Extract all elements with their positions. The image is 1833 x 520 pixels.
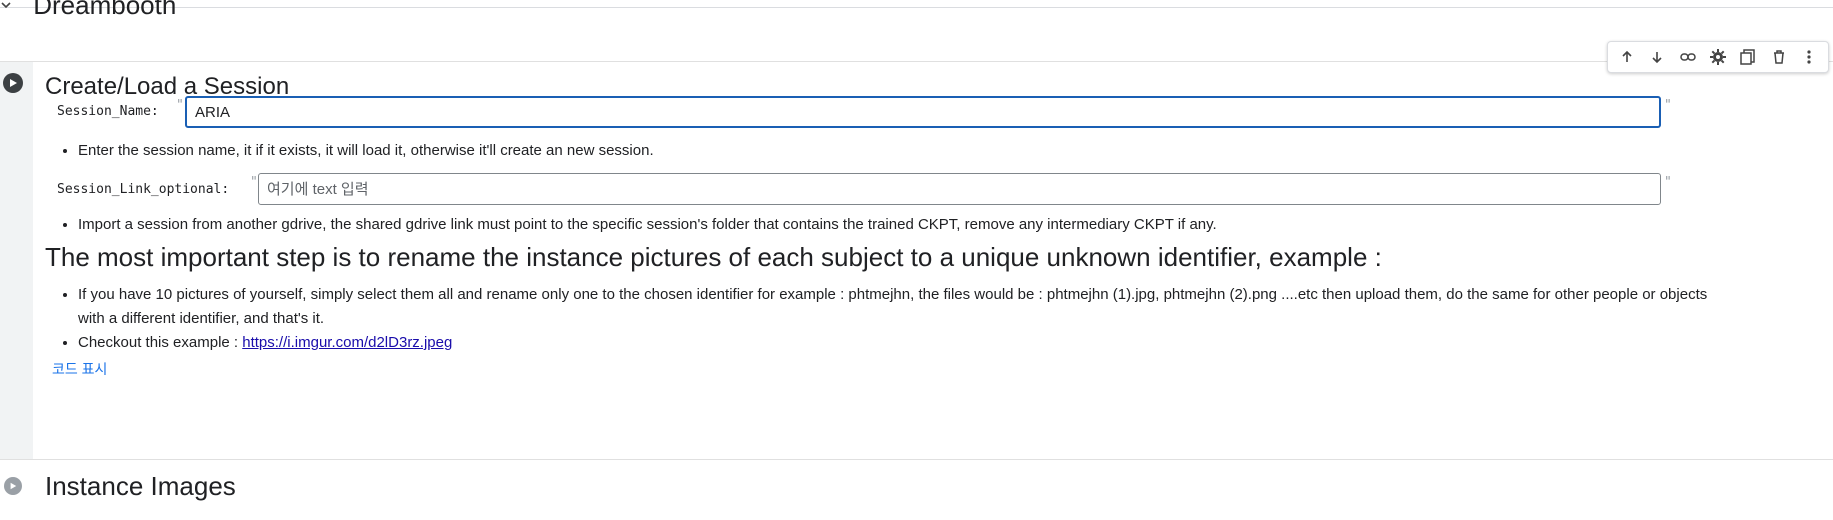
rename-notes: If you have 10 pictures of yourself, sim…: [38, 283, 1718, 355]
quote-close: ": [1664, 175, 1672, 190]
run-cell-button[interactable]: [3, 73, 23, 93]
quote-open: ": [176, 98, 184, 113]
session-name-label: Session_Name:: [57, 104, 159, 119]
example-prefix: Checkout this example :: [78, 334, 243, 351]
code-cell-instance-images[interactable]: Instance Images: [0, 459, 1833, 520]
cell-title: Instance Images: [45, 471, 236, 501]
gear-icon[interactable]: [1707, 46, 1729, 68]
run-cell-button[interactable]: [4, 477, 22, 495]
play-icon: [10, 79, 17, 87]
session-link-input[interactable]: [258, 173, 1661, 205]
trash-icon[interactable]: [1768, 46, 1790, 68]
example-link[interactable]: https://i.imgur.com/d2lD3rz.jpeg: [242, 334, 452, 351]
show-code-link[interactable]: 코드 표시: [52, 359, 107, 379]
list-item: Import a session from another gdrive, th…: [78, 213, 1217, 237]
list-item: If you have 10 pictures of yourself, sim…: [78, 283, 1718, 331]
session-link-notes: Import a session from another gdrive, th…: [38, 213, 1217, 237]
session-name-notes: Enter the session name, it if it exists,…: [38, 139, 654, 163]
arrow-down-icon[interactable]: [1646, 46, 1668, 68]
cell-toolbar: [1607, 41, 1829, 73]
code-cell-create-load-session[interactable]: Create/Load a Session Session_Name: " " …: [0, 61, 1833, 460]
top-header-strip: [0, 0, 1833, 8]
mirror-cell-icon[interactable]: [1737, 46, 1759, 68]
more-vert-icon[interactable]: [1798, 46, 1820, 68]
section-header[interactable]: Dreambooth: [0, 0, 176, 21]
quote-close: ": [1664, 98, 1672, 113]
cell-heading: The most important step is to rename the…: [45, 242, 1382, 272]
arrow-up-icon[interactable]: [1616, 46, 1638, 68]
cell-gutter: [0, 62, 33, 459]
list-item: Enter the session name, it if it exists,…: [78, 139, 654, 163]
quote-open: ": [250, 175, 258, 190]
session-name-input[interactable]: [185, 96, 1661, 128]
link-icon[interactable]: [1677, 46, 1699, 68]
section-title: Dreambooth: [33, 0, 177, 20]
chevron-down-icon[interactable]: [0, 0, 16, 16]
play-icon: [10, 482, 17, 490]
list-item: Checkout this example : https://i.imgur.…: [78, 331, 1718, 355]
session-link-label: Session_Link_optional:: [57, 182, 230, 197]
